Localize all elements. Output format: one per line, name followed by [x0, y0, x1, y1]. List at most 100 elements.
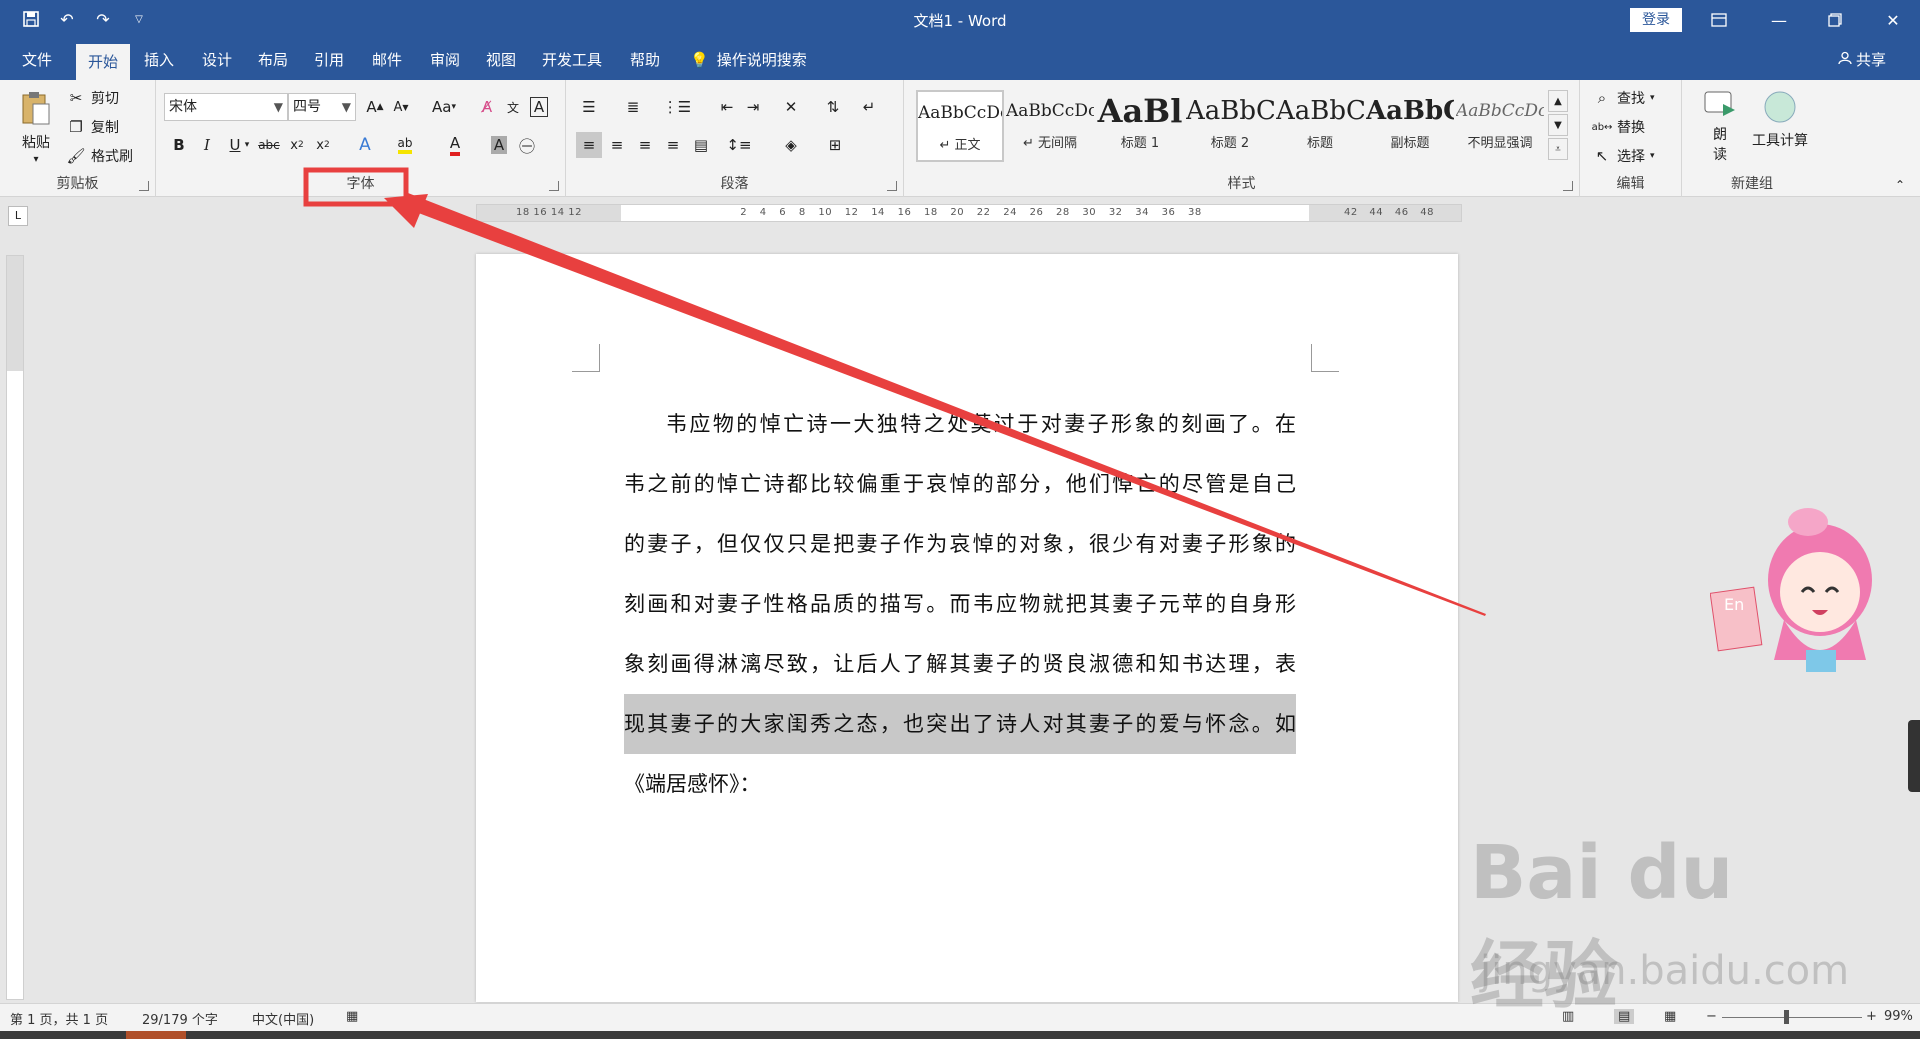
- replace-button[interactable]: ab↔ 替换: [1592, 117, 1645, 137]
- sort-icon[interactable]: ⇅: [820, 94, 846, 120]
- grow-font-icon[interactable]: A ▲: [362, 94, 388, 120]
- styles-scroll-up-icon[interactable]: ▲: [1548, 90, 1568, 112]
- superscript-icon[interactable]: x2: [310, 132, 336, 158]
- tab-mailings[interactable]: 邮件: [372, 40, 402, 80]
- tab-layout[interactable]: 布局: [258, 40, 288, 80]
- tab-developer[interactable]: 开发工具: [542, 40, 602, 80]
- copy-button[interactable]: ❐ 复制: [66, 117, 119, 137]
- tab-selector[interactable]: L: [8, 206, 28, 226]
- ribbon-tabs: 文件 开始 插入 设计 布局 引用 邮件 审阅 视图 开发工具 帮助 💡 操作说…: [0, 40, 1920, 80]
- character-border-icon[interactable]: A: [526, 94, 552, 120]
- highlight-color-icon[interactable]: ab: [392, 132, 418, 158]
- align-right-icon[interactable]: ≡: [632, 132, 658, 158]
- tell-me-search[interactable]: 💡 操作说明搜索: [690, 40, 807, 80]
- document-page[interactable]: 韦应物的悼亡诗一大独特之处莫过于对妻子形象的刻画了。在 韦之前的悼亡诗都比较偏重…: [476, 254, 1458, 1002]
- styles-more-icon[interactable]: ⩡: [1548, 138, 1568, 160]
- bold-icon[interactable]: B: [166, 132, 192, 158]
- tab-design[interactable]: 设计: [202, 40, 232, 80]
- paragraph-dialog-launcher[interactable]: [887, 181, 897, 191]
- style-subtitle[interactable]: AaBbC 副标题: [1366, 90, 1454, 162]
- chevron-down-icon: ▾: [1650, 93, 1655, 103]
- vertical-ruler[interactable]: [6, 255, 24, 1000]
- read-aloud-button[interactable]: 朗 读: [1702, 90, 1738, 164]
- style-sample: AaBbCcDc: [918, 103, 1002, 123]
- styles-dialog-launcher[interactable]: [1563, 181, 1573, 191]
- tab-insert[interactable]: 插入: [144, 40, 174, 80]
- style-normal[interactable]: AaBbCcDc ↵ 正文: [916, 90, 1004, 162]
- tool-calc-button[interactable]: 工具计算: [1748, 90, 1812, 150]
- multilevel-list-icon[interactable]: ⋮☰: [663, 94, 691, 120]
- macro-icon[interactable]: ▦: [346, 1009, 358, 1024]
- line-spacing-icon[interactable]: ↕≡: [726, 132, 752, 158]
- style-heading-1[interactable]: AaBl 标题 1: [1096, 90, 1184, 162]
- format-painter-button[interactable]: 🖌 格式刷: [66, 146, 133, 166]
- find-button[interactable]: ⌕ 查找 ▾: [1592, 88, 1655, 108]
- text-effects-icon[interactable]: A: [352, 132, 378, 158]
- zoom-in-icon[interactable]: +: [1866, 1009, 1877, 1024]
- borders-icon[interactable]: ⊞: [822, 132, 848, 158]
- select-button[interactable]: ↖ 选择 ▾: [1592, 146, 1655, 166]
- styles-scroll-down-icon[interactable]: ▼: [1548, 114, 1568, 136]
- numbering-icon[interactable]: ≣: [620, 94, 646, 120]
- side-widget[interactable]: [1908, 720, 1920, 792]
- page-count[interactable]: 第 1 页，共 1 页: [10, 1009, 108, 1028]
- tab-references[interactable]: 引用: [314, 40, 344, 80]
- document-body[interactable]: 韦应物的悼亡诗一大独特之处莫过于对妻子形象的刻画了。在 韦之前的悼亡诗都比较偏重…: [624, 394, 1296, 814]
- increase-indent-icon[interactable]: ⇥: [740, 94, 766, 120]
- font-dialog-launcher[interactable]: [549, 181, 559, 191]
- brush-icon: 🖌: [66, 147, 86, 165]
- style-no-spacing[interactable]: AaBbCcDc ↵ 无间隔: [1006, 90, 1094, 162]
- font-size-combo[interactable]: 四号 ▼: [288, 93, 356, 121]
- tab-view[interactable]: 视图: [486, 40, 516, 80]
- bullets-icon[interactable]: ☰: [576, 94, 602, 120]
- style-subtle-emphasis[interactable]: AaBbCcDc 不明显强调: [1456, 90, 1544, 162]
- chinese-layout-icon[interactable]: ✕: [778, 94, 804, 120]
- character-shading-icon[interactable]: A: [486, 132, 512, 158]
- phonetic-guide-icon[interactable]: 文: [500, 94, 526, 120]
- font-color-icon[interactable]: A: [442, 132, 468, 158]
- minimize-icon[interactable]: —: [1756, 0, 1802, 40]
- login-button[interactable]: 登录: [1630, 8, 1682, 32]
- change-case-button[interactable]: Aa ▾: [424, 94, 464, 120]
- language[interactable]: 中文(中国): [252, 1009, 314, 1028]
- align-center-icon[interactable]: ≡: [604, 132, 630, 158]
- align-left-icon[interactable]: ≡: [576, 132, 602, 158]
- shading-icon[interactable]: ◈: [778, 132, 804, 158]
- show-marks-icon[interactable]: ↵: [856, 94, 882, 120]
- collapse-ribbon-icon[interactable]: ⌃: [1890, 176, 1910, 194]
- justify-icon[interactable]: ≡: [660, 132, 686, 158]
- style-title[interactable]: AaBbC 标题: [1276, 90, 1364, 162]
- person-icon: [1838, 40, 1852, 80]
- enclosed-character-icon[interactable]: ㊀: [514, 132, 540, 158]
- share-button[interactable]: 共享: [1838, 40, 1886, 80]
- horizontal-ruler[interactable]: 18 16 14 12 2 4 6 8 10 12 14 16 18 20 22…: [476, 204, 1462, 222]
- strikethrough-icon[interactable]: abc: [256, 132, 282, 158]
- tab-help[interactable]: 帮助: [630, 40, 660, 80]
- word-count[interactable]: 29/179 个字: [142, 1009, 218, 1028]
- replace-icon: ab↔: [1591, 121, 1613, 133]
- mascot-en-icon: En: [1724, 595, 1744, 614]
- ribbon-display-icon[interactable]: [1696, 0, 1742, 40]
- subscript-icon[interactable]: x2: [284, 132, 310, 158]
- tab-file[interactable]: 文件: [22, 40, 52, 80]
- chevron-down-icon: ▾: [1650, 151, 1655, 161]
- clipboard-dialog-launcher[interactable]: [139, 181, 149, 191]
- restore-icon[interactable]: [1812, 0, 1858, 40]
- chevron-down-icon[interactable]: ▾: [240, 132, 254, 158]
- paste-button[interactable]: 粘贴 ▾: [14, 90, 58, 165]
- tab-home[interactable]: 开始: [76, 44, 131, 80]
- zoom-level[interactable]: 99%: [1884, 1009, 1913, 1024]
- decrease-indent-icon[interactable]: ⇤: [714, 94, 740, 120]
- shrink-font-icon[interactable]: A ▼: [388, 94, 414, 120]
- style-heading-2[interactable]: AaBbC 标题 2: [1186, 90, 1274, 162]
- watermark-url: jingyan.baidu.com: [1480, 948, 1850, 994]
- font-name-combo[interactable]: 宋体 ▼: [164, 93, 288, 121]
- cut-button[interactable]: ✂ 剪切: [66, 88, 119, 108]
- italic-icon[interactable]: I: [194, 132, 220, 158]
- tab-review[interactable]: 审阅: [430, 40, 460, 80]
- read-aloud-label-bottom: 读: [1713, 147, 1727, 163]
- close-icon[interactable]: ✕: [1870, 0, 1916, 40]
- clear-formatting-icon[interactable]: A̸: [474, 94, 500, 120]
- copy-icon: ❐: [69, 118, 83, 136]
- distributed-icon[interactable]: ▤: [688, 132, 714, 158]
